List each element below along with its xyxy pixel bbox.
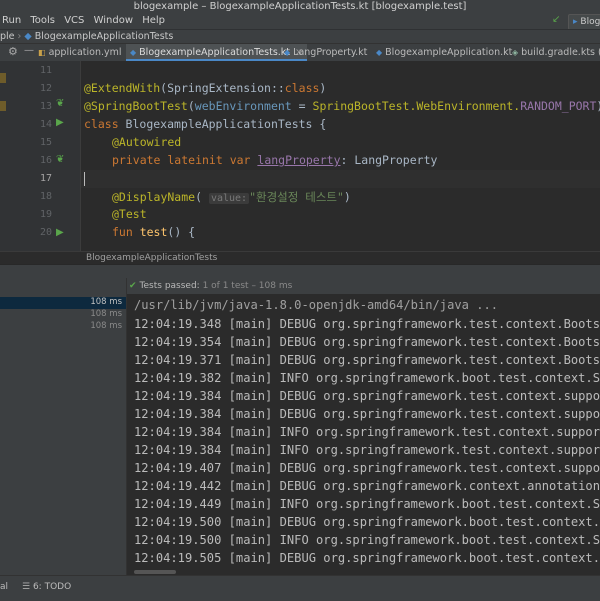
kotlin-icon: ▸ [573,17,578,27]
parameter-hint: value: [208,193,250,204]
editor-breadcrumb: BlogexampleApplicationTests [0,251,600,265]
menu-vcs[interactable]: VCS [64,13,84,29]
todo-tab[interactable]: ☰ 6: TODO [22,582,71,592]
spring-leaf-icon[interactable]: ❦ [56,98,64,109]
tab-lang-property[interactable]: ◆ LangProperty.kt [284,44,367,61]
console-line: 12:04:19.500 [main] DEBUG org.springfram… [134,515,600,529]
change-marker [0,101,6,111]
navigation-bar: ple › ◆ BlogexampleApplicationTests [0,29,600,44]
tab-build-gradle[interactable]: ◈build.gradle.kts (blog [512,44,600,61]
menu-bar: Run Tools VCS Window Help ↙ [0,13,600,29]
code-line-13: @SpringBootTest(webEnvironment = SpringB… [84,99,600,113]
minimize-icon[interactable]: — [24,45,34,56]
console-line: 12:04:19.348 [main] DEBUG org.springfram… [134,317,600,331]
menu-window[interactable]: Window [94,13,133,29]
test-tree-row[interactable]: 108 ms [0,309,126,321]
kotlin-icon: ◆ [284,48,291,57]
test-status-bar: ✔ Tests passed: 1 of 1 test – 108 ms [127,278,600,294]
tests-passed-label: Tests passed: [139,281,200,291]
menu-help[interactable]: Help [142,13,165,29]
line-number: 12 [39,83,52,94]
editor-tab-bar: ⚙ — ◧ application.yml ◆ BlogexampleApplica… [0,43,600,62]
line-number: 16 [39,155,52,166]
code-editor[interactable]: @ExtendWith(SpringExtension::class) @Spr… [81,61,600,264]
line-number: 19 [39,209,52,220]
line-number: 11 [39,65,52,76]
terminal-tab[interactable]: al [0,582,8,592]
code-line-19: @Test [112,207,147,221]
nav-crumb-class[interactable]: BlogexampleApplicationTests [35,31,174,42]
line-number: 13 [39,101,52,112]
window-title: blogexample – BlogexampleApplicationTest… [133,1,467,12]
kotlin-class-icon: ◆ [24,31,35,42]
list-icon: ☰ [22,582,31,592]
title-bar: blogexample – BlogexampleApplicationTest… [0,0,600,13]
run-config-label: Bloge [580,17,600,27]
line-number: 17 [39,173,52,184]
spring-bean-icon[interactable]: ❦ [56,154,64,165]
line-number: 14 [39,119,52,130]
kotlin-icon: ◆ [130,48,137,57]
console-line: 12:04:19.449 [main] INFO org.springframe… [134,497,600,511]
run-test-icon[interactable]: ▶ [56,117,64,128]
gradle-icon: ◈ [512,48,519,57]
run-test-icon[interactable]: ▶ [56,227,64,238]
code-line-18: @DisplayName( value: "환경설정 테스트") [112,190,351,204]
console-line: 12:04:19.384 [main] INFO org.springframe… [134,425,600,439]
kotlin-icon: ◆ [376,48,383,57]
code-line-14: class BlogexampleApplicationTests { [84,117,327,131]
console-line: 12:04:19.384 [main] DEBUG org.springfram… [134,389,600,403]
code-line-16: private lateinit var langProperty: LangP… [112,153,438,167]
console-line: 12:04:19.505 [main] DEBUG org.springfram… [134,551,600,565]
line-number: 20 [39,227,52,238]
line-number: 18 [39,191,52,202]
text-caret [84,172,85,186]
console-line: 12:04:19.371 [main] DEBUG org.springfram… [134,353,600,367]
run-config-selector[interactable]: ▸ Bloge [568,14,600,30]
console-line: 12:04:19.442 [main] DEBUG org.springfram… [134,479,600,493]
tests-passed-detail: 1 of 1 test – 108 ms [202,281,293,291]
console-line: 12:04:19.384 [main] DEBUG org.springfram… [134,407,600,421]
test-tree-row[interactable]: 108 ms [0,321,126,333]
run-console[interactable]: /usr/lib/jvm/java-1.8.0-openjdk-amd64/bi… [127,294,600,575]
current-line-highlight [81,170,600,188]
tool-window-bar: al ☰ 6: TODO [0,575,600,601]
console-line: /usr/lib/jvm/java-1.8.0-openjdk-amd64/bi… [134,298,499,312]
panel-splitter[interactable] [0,264,600,279]
code-line-15: @Autowired [112,135,182,149]
yaml-icon: ◧ [38,48,46,57]
check-icon: ✔ [129,281,137,291]
console-line: 12:04:19.407 [main] DEBUG org.springfram… [134,461,600,475]
change-marker [0,73,6,83]
console-line: 12:04:19.354 [main] DEBUG org.springfram… [134,335,600,349]
chevron-right-icon: › [17,31,22,42]
line-number: 15 [39,137,52,148]
horizontal-scrollbar[interactable] [134,570,176,574]
console-line: 12:04:19.384 [main] INFO org.springframe… [134,443,600,457]
tab-blogexample-application-tests[interactable]: ◆ BlogexampleApplicationTests.kt × [126,44,307,61]
tab-blogexample-application[interactable]: ◆ BlogexampleApplication.kt [376,44,512,61]
test-tree-row[interactable]: 108 ms [0,297,126,309]
editor-gutter: ❦ ▶ ❦ ▶ 11 12 13 14 15 16 17 18 19 20 [0,61,81,264]
tab-application-yml[interactable]: ◧ application.yml [38,44,122,61]
console-line: 12:04:19.382 [main] INFO org.springframe… [134,371,600,385]
nav-crumb-module[interactable]: ple [0,31,15,42]
code-line-20: fun test() { [112,225,196,239]
vcs-update-icon[interactable]: ↙ [552,14,560,25]
menu-run[interactable]: Run [2,13,21,29]
breadcrumb-class[interactable]: BlogexampleApplicationTests [86,253,217,263]
menu-tools[interactable]: Tools [30,13,55,29]
gear-icon[interactable]: ⚙ [8,45,18,58]
code-line-12: @ExtendWith(SpringExtension::class) [84,81,327,95]
console-line: 12:04:19.500 [main] INFO org.springframe… [134,533,600,547]
test-results-tree: 108 ms 108 ms 108 ms [0,278,127,575]
